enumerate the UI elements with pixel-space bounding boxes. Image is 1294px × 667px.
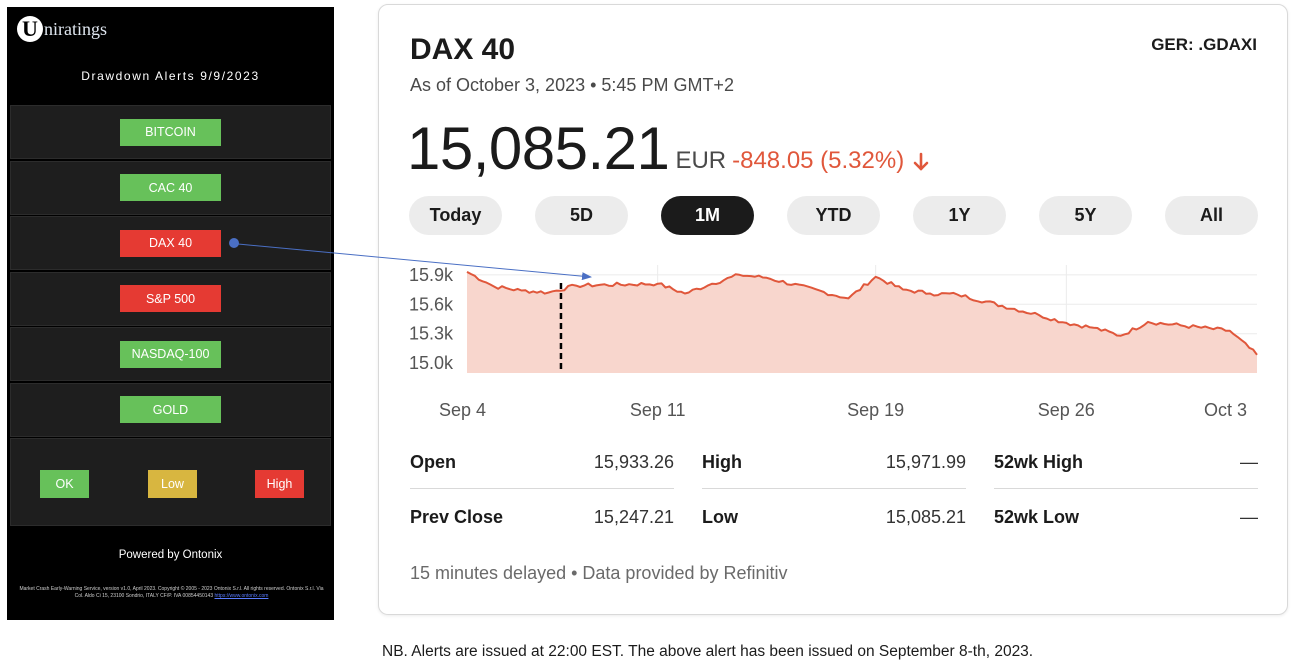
stat-label: High (702, 451, 742, 472)
stat-value: 15,933.26 (593, 451, 674, 472)
x-tick-label: Sep 11 (630, 400, 686, 420)
alert-button-gold[interactable]: GOLD (120, 396, 221, 423)
stat-high: High 15,971.99 (702, 437, 966, 487)
logo-letter: U (17, 16, 43, 42)
footnote-text: Market Crash Early-Warning Service, vers… (19, 586, 324, 599)
y-tick-label: 15.0k (409, 353, 454, 373)
powered-by-text: Powered by Ontonix (118, 549, 223, 561)
range-1m-button[interactable]: 1M (661, 196, 754, 235)
stat-52wk-low: 52wk Low — (994, 492, 1258, 542)
alert-row: CAC 40 (10, 160, 331, 215)
alert-button-dax40[interactable]: DAX 40 (120, 229, 221, 257)
legend-ok-button[interactable]: OK (40, 470, 89, 498)
price-chart[interactable]: 15.9k 15.6k 15.3k 15.0k Sep 4 Sep 11 Sep 19 Sep… (379, 260, 1287, 425)
range-ytd-button[interactable]: YTD (787, 196, 880, 235)
y-tick-label: 15.3k (409, 324, 454, 344)
range-today-button[interactable]: Today (409, 196, 502, 235)
index-name: DAX 40 (410, 33, 516, 66)
legend-high-button[interactable]: High (255, 470, 304, 498)
stat-value: 15,971.99 (885, 451, 966, 472)
alert-row: BITCOIN (10, 105, 331, 159)
stat-label: Low (702, 506, 738, 527)
range-selector: Today 5D 1M YTD 1Y 5Y All (409, 196, 1259, 236)
stat-label: Prev Close (410, 506, 504, 527)
legend-low-button[interactable]: Low (148, 470, 197, 498)
alert-button-sp500[interactable]: S&P 500 (120, 285, 221, 312)
alert-button-cac40[interactable]: CAC 40 (120, 174, 221, 201)
stat-value: — (1240, 506, 1258, 527)
data-disclaimer: 15 minutes delayed • Data provided by Re… (410, 563, 788, 583)
stat-open: Open 15,933.26 (410, 437, 674, 487)
x-tick-label: Sep 19 (847, 400, 904, 420)
stat-label: 52wk High (994, 451, 1084, 472)
alert-row: GOLD (10, 382, 331, 437)
as-of-timestamp: As of October 3, 2023 • 5:45 PM GMT+2 (410, 75, 734, 95)
x-tick-label: Oct 3 (1204, 400, 1247, 420)
footnote: Market Crash Early-Warning Service, vers… (19, 586, 324, 600)
arrow-down-icon (913, 152, 929, 171)
alert-list: BITCOIN CAC 40 DAX 40 S&P 500 NASDAQ-100… (10, 105, 331, 438)
stat-label: 52wk Low (994, 506, 1080, 527)
alert-row: NASDAQ-100 (10, 327, 331, 381)
x-tick-label: Sep 26 (1038, 400, 1095, 420)
y-tick-label: 15.6k (409, 294, 454, 314)
alert-button-nasdaq100[interactable]: NASDAQ-100 (120, 340, 221, 368)
stat-prev-close: Prev Close 15,247.21 (410, 492, 674, 542)
y-tick-label: 15.9k (409, 265, 454, 285)
range-all-button[interactable]: All (1165, 196, 1258, 235)
range-1y-button[interactable]: 1Y (913, 196, 1006, 235)
quote-card: DAX 40 GER: .GDAXI As of October 3, 2023… (378, 4, 1288, 615)
stat-52wk-high: 52wk High — (994, 437, 1258, 487)
uniratings-app-panel: U niratings Drawdown Alerts 9/9/2023 BIT… (7, 7, 334, 620)
price-change: -848.05 (5.32%) (732, 147, 905, 174)
currency-label: EUR (675, 147, 727, 174)
uniratings-logo: U niratings (17, 13, 107, 45)
divider (702, 488, 966, 489)
annotation-note: NB. Alerts are issued at 22:00 EST. The … (382, 643, 1034, 660)
price-line: 15,085.21 EUR -848.05 (5.32%) (407, 107, 930, 179)
alert-button-bitcoin[interactable]: BITCOIN (120, 118, 221, 146)
stat-value: 15,085.21 (885, 506, 966, 527)
alert-row: S&P 500 (10, 271, 331, 326)
last-price: 15,085.21 (407, 115, 670, 182)
divider (994, 488, 1258, 489)
stat-label: Open (410, 451, 457, 472)
range-5y-button[interactable]: 5Y (1039, 196, 1132, 235)
logo-text: niratings (44, 18, 107, 39)
stat-value: — (1240, 451, 1258, 472)
x-tick-label: Sep 4 (439, 400, 486, 420)
alerts-title: Drawdown Alerts 9/9/2023 (81, 69, 260, 83)
divider (410, 488, 674, 489)
alert-row: DAX 40 (10, 216, 331, 270)
ticker-symbol: GER: .GDAXI (1151, 35, 1257, 54)
stat-value: 15,247.21 (593, 506, 674, 527)
status-legend: OK Low High (10, 438, 331, 526)
stat-low: Low 15,085.21 (702, 492, 966, 542)
footnote-link[interactable]: https://www.ontonix.com (215, 593, 269, 599)
range-5d-button[interactable]: 5D (535, 196, 628, 235)
